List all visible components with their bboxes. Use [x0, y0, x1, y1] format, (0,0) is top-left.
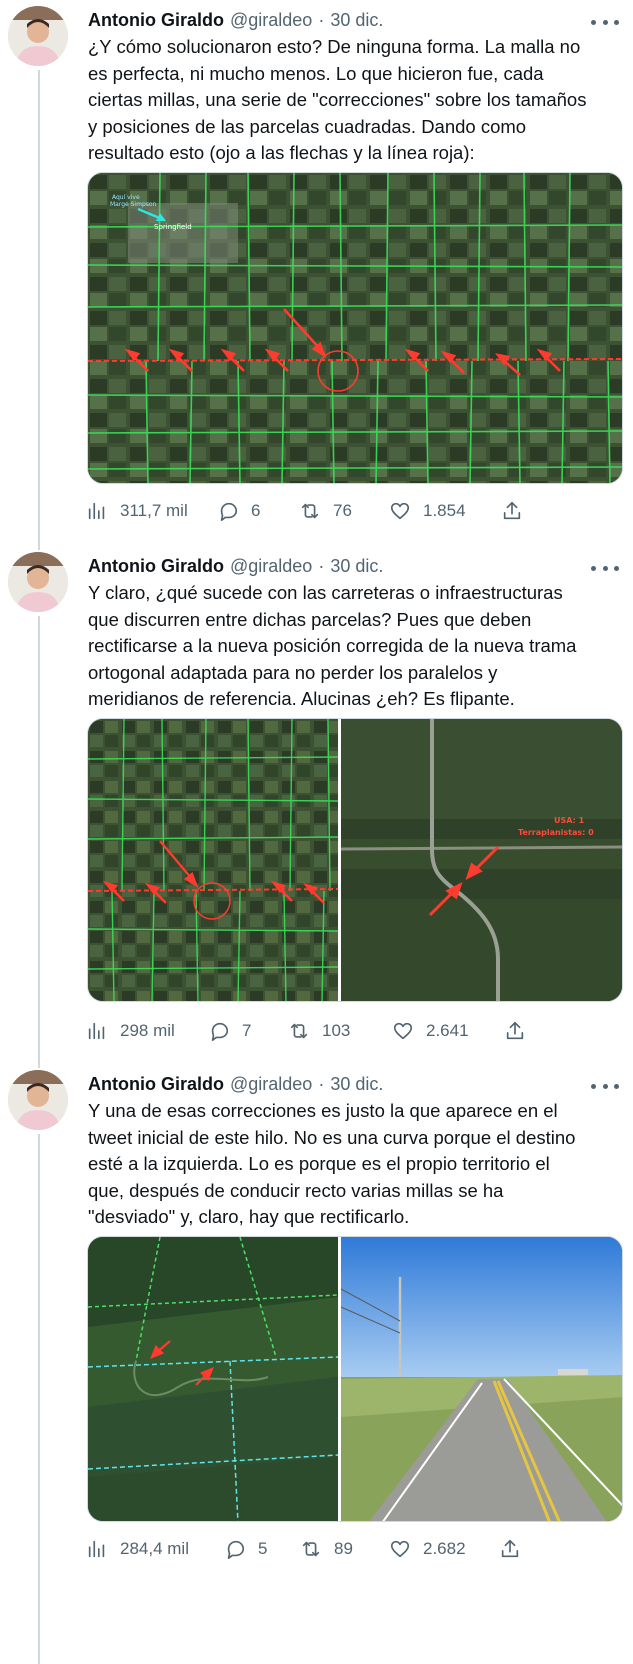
- reply-count: 6: [251, 501, 261, 520]
- tweet-actions: 284,4 mil 5 89 2.682: [86, 1534, 546, 1564]
- thread-connector: [38, 616, 40, 1068]
- share-button[interactable]: [499, 1538, 521, 1560]
- views-count: 311,7 mil: [120, 501, 188, 520]
- reply-count: 5: [258, 1539, 268, 1558]
- bar-chart-icon: [88, 1540, 105, 1558]
- views-stat[interactable]: 311,7 mil: [86, 500, 217, 522]
- reply-button[interactable]: 6: [217, 500, 299, 522]
- share-button[interactable]: [501, 500, 523, 522]
- like-count: 2.641: [426, 1021, 469, 1040]
- tweet-actions: 311,7 mil 6 76 1.854: [86, 496, 546, 526]
- tweet-actions: 298 mil 7 103 2.641: [86, 1016, 546, 1046]
- retweet-icon: [290, 1023, 308, 1039]
- tweet-date[interactable]: 30 dic.: [330, 1074, 383, 1095]
- retweet-icon: [301, 503, 319, 519]
- satellite-map-image: Aquí vive Marge Simpson Springfield: [88, 173, 622, 483]
- bar-chart-icon: [88, 1022, 105, 1040]
- map-label-springfield: Springfield: [154, 223, 192, 231]
- share-button[interactable]: [504, 1020, 526, 1042]
- reply-bubble-icon: [227, 1540, 245, 1559]
- avatar[interactable]: [8, 6, 68, 66]
- author-handle[interactable]: @giraldeo: [230, 10, 312, 31]
- author-name[interactable]: Antonio Giraldo: [88, 1074, 224, 1095]
- heart-icon: [393, 1022, 413, 1040]
- reply-bubble-icon: [211, 1022, 229, 1041]
- tweet-text: Y una de esas correcciones es justo la q…: [88, 1100, 576, 1227]
- views-count: 298 mil: [120, 1021, 175, 1040]
- avatar[interactable]: [8, 1070, 68, 1130]
- share-upload-icon: [503, 501, 521, 520]
- thread-connector: [38, 1134, 40, 1664]
- like-button[interactable]: 1.854: [389, 500, 501, 522]
- author-name[interactable]: Antonio Giraldo: [88, 556, 224, 577]
- share-upload-icon: [506, 1021, 524, 1040]
- retweet-button[interactable]: 76: [299, 500, 389, 522]
- more-dots-icon[interactable]: [591, 560, 619, 576]
- more-dots-icon[interactable]: [591, 1078, 619, 1094]
- retweet-count: 103: [322, 1021, 351, 1040]
- author-handle[interactable]: @giraldeo: [230, 556, 312, 577]
- tweet-date[interactable]: 30 dic.: [330, 10, 383, 31]
- retweet-button[interactable]: 89: [300, 1538, 389, 1560]
- author-handle[interactable]: @giraldeo: [230, 1074, 312, 1095]
- thread-connector: [38, 70, 40, 550]
- separator-dot: ·: [318, 1073, 325, 1094]
- more-dots-icon[interactable]: [591, 14, 619, 30]
- like-count: 2.682: [423, 1539, 466, 1558]
- retweet-button[interactable]: 103: [288, 1020, 392, 1042]
- tweet-image-pair[interactable]: USA: 1 Terraplanistas: 0: [87, 718, 623, 1002]
- author-name[interactable]: Antonio Giraldo: [88, 10, 224, 31]
- heart-icon: [390, 1540, 410, 1558]
- avatar[interactable]: [8, 552, 68, 612]
- separator-dot: ·: [318, 555, 325, 576]
- share-upload-icon: [501, 1539, 519, 1558]
- reply-button[interactable]: 7: [208, 1020, 288, 1042]
- retweet-count: 76: [333, 501, 352, 520]
- tweet-text: ¿Y cómo solucionaron esto? De ninguna fo…: [88, 36, 587, 163]
- like-button[interactable]: 2.641: [392, 1020, 504, 1042]
- tweet-header: Antonio Giraldo @giraldeo · 30 dic.: [88, 8, 383, 32]
- reply-count: 7: [242, 1021, 252, 1040]
- reply-bubble-icon: [220, 502, 238, 521]
- tweet-text: Y claro, ¿qué sucede con las carreteras …: [88, 582, 577, 709]
- views-stat[interactable]: 298 mil: [86, 1020, 208, 1042]
- retweet-icon: [302, 1541, 320, 1557]
- reply-button[interactable]: 5: [224, 1538, 300, 1560]
- map-and-road-images: USA: 1 Terraplanistas: 0: [88, 719, 622, 1001]
- map-label-marge: Aquí vive: [112, 194, 140, 201]
- tweet-image-pair[interactable]: [87, 1236, 623, 1522]
- tweet-header: Antonio Giraldo @giraldeo · 30 dic.: [88, 1072, 383, 1096]
- tweet-image-map[interactable]: Aquí vive Marge Simpson Springfield: [87, 172, 623, 484]
- image-label-usa: USA: 1: [554, 816, 585, 825]
- map-label-marge-2: Marge Simpson: [110, 201, 157, 208]
- tweet-header: Antonio Giraldo @giraldeo · 30 dic.: [88, 554, 383, 578]
- views-stat[interactable]: 284,4 mil: [86, 1538, 224, 1560]
- views-count: 284,4 mil: [120, 1539, 189, 1558]
- like-count: 1.854: [423, 501, 466, 520]
- aerial-and-road-photos: [88, 1237, 622, 1521]
- heart-icon: [390, 502, 410, 520]
- image-label-terraplanistas: Terraplanistas: 0: [518, 828, 594, 837]
- separator-dot: ·: [318, 9, 325, 30]
- tweet-date[interactable]: 30 dic.: [330, 556, 383, 577]
- bar-chart-icon: [88, 502, 105, 520]
- like-button[interactable]: 2.682: [389, 1538, 499, 1560]
- retweet-count: 89: [334, 1539, 353, 1558]
